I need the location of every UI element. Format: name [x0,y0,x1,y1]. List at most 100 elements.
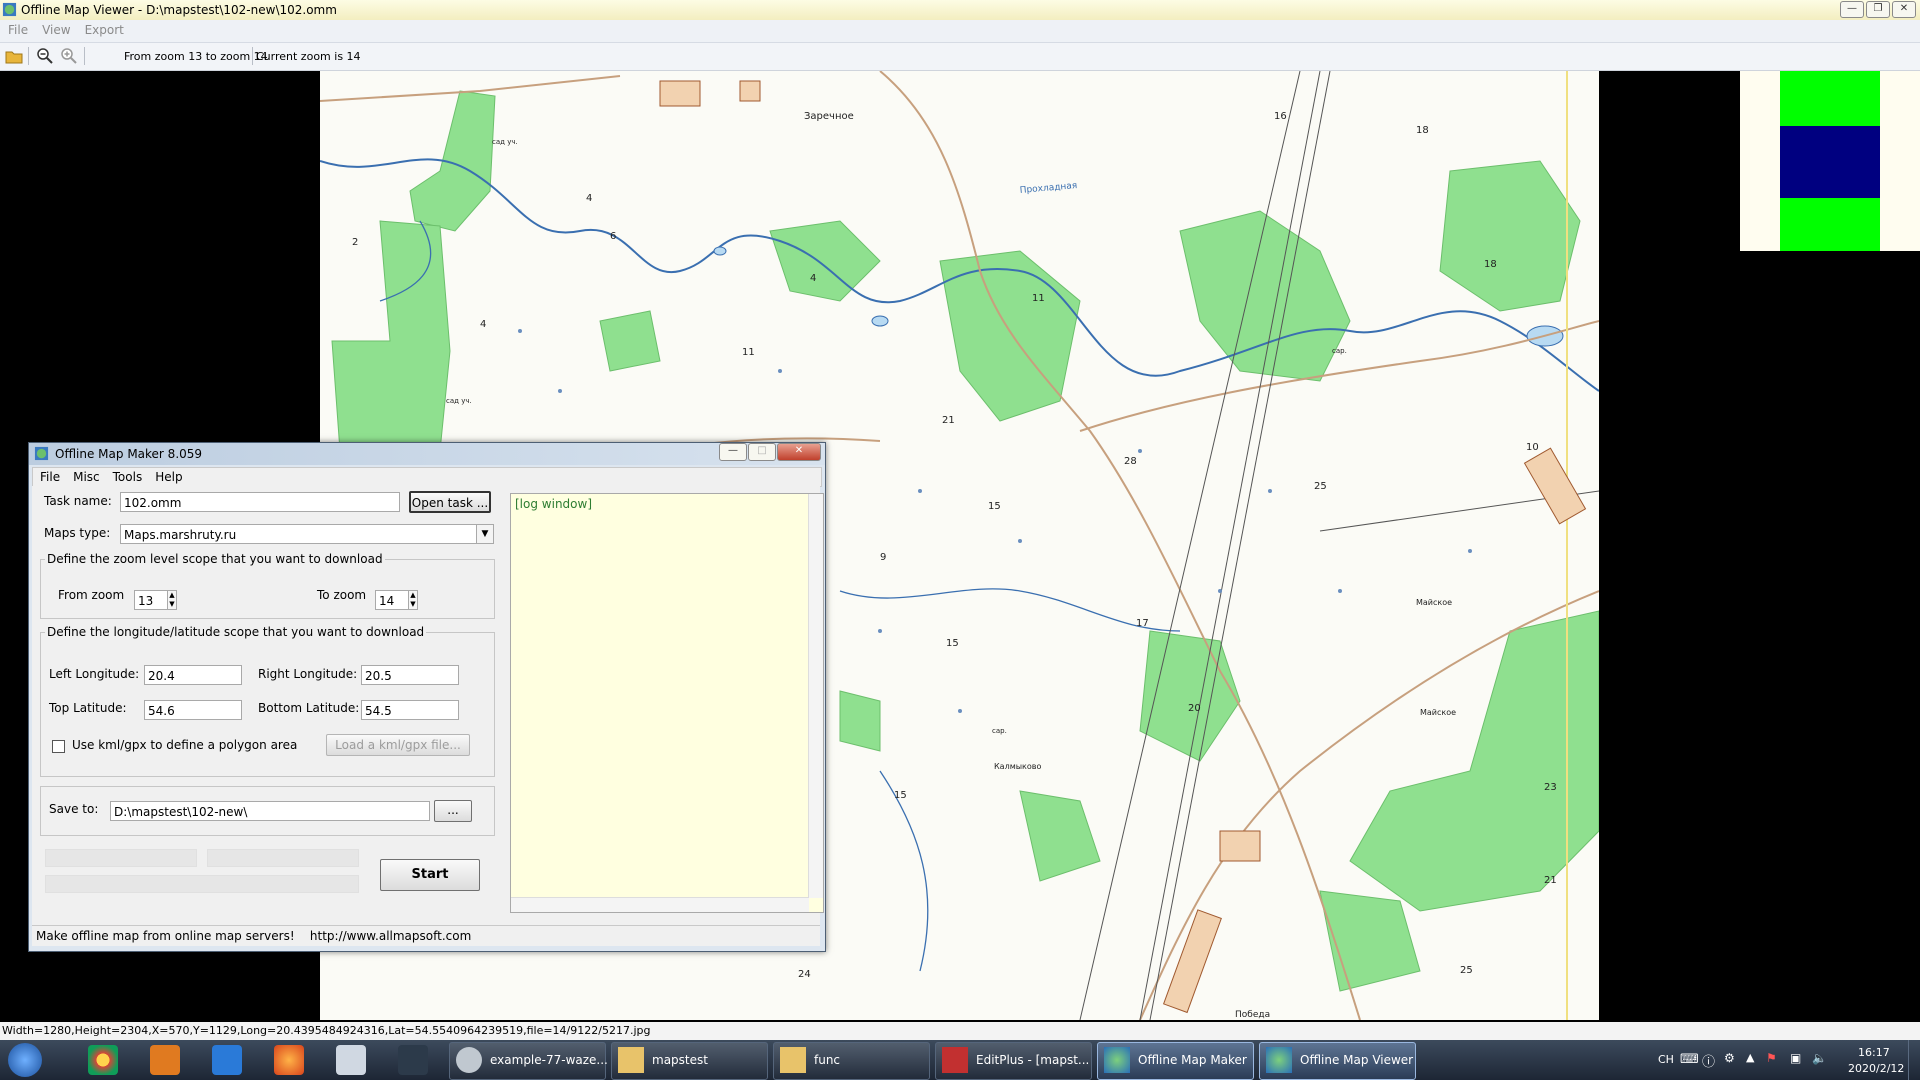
current-zoom-text: Current zoom is 14 [256,50,361,63]
maker-titlebar: Offline Map Maker 8.059 — □ ✕ [29,443,825,465]
folder-icon [618,1047,644,1073]
globe-icon [1104,1047,1130,1073]
log-horizontal-scrollbar[interactable] [511,897,809,912]
viewer-statusbar: Width=1280,Height=2304,X=570,Y=1129,Long… [0,1022,1920,1040]
to-zoom-field[interactable]: 14 [375,590,409,610]
clock-date[interactable]: 2020/2/12 [1848,1062,1904,1075]
task-name-field[interactable]: 102.omm [120,492,400,512]
map-number: 18 [1484,259,1497,270]
taskbar-item-waze[interactable]: example-77-waze... [449,1042,608,1080]
maker-window: Offline Map Maker 8.059 — □ ✕ File Misc To… [28,442,826,952]
maker-menu-file[interactable]: File [33,468,66,484]
from-zoom-field[interactable]: 13 [134,590,168,610]
settings-icon[interactable]: ⚙ [1724,1051,1735,1065]
show-desktop-button[interactable] [1908,1040,1920,1080]
log-text: [log window] [515,497,592,511]
help-icon[interactable]: ⓘ [1702,1051,1715,1070]
map-number: 2 [352,237,358,248]
taskbar-item-func[interactable]: func [773,1042,930,1080]
zoom-range-text: From zoom 13 to zoom 14 [124,50,268,63]
nox-icon[interactable] [398,1045,428,1075]
internet-explorer-icon[interactable] [212,1045,242,1075]
clock-time[interactable]: 16:17 [1858,1046,1890,1059]
firefox-icon[interactable] [274,1045,304,1075]
from-zoom-stepper[interactable]: ▲ ▼ [167,590,177,610]
map-number: 28 [1124,456,1137,467]
top-latitude-field[interactable]: 54.6 [144,700,242,720]
show-hidden-icons-icon[interactable]: ▲ [1746,1051,1754,1064]
maker-menu-misc[interactable]: Misc [66,468,106,484]
menu-file[interactable]: File [0,20,34,37]
map-number: 17 [1136,618,1149,629]
label-zarechnoe: Заречное [804,111,854,122]
label-kalmykovo: Калмыково [994,762,1041,771]
load-kml-button[interactable]: Load a kml/gpx file... [326,734,470,756]
log-vertical-scrollbar[interactable] [808,494,823,898]
maker-maximize-button[interactable]: □ [748,443,776,461]
zoom-scope-title: Define the zoom level scope that you wan… [45,552,385,566]
viewer-titlebar: Offline Map Viewer - D:\mapstest\102-new… [0,0,1920,20]
log-window[interactable]: [log window] [510,493,824,913]
kml-checkbox[interactable] [52,740,65,753]
windows-taskbar: example-77-waze... mapstest func EditPlu… [0,1040,1920,1080]
start-button-icon[interactable] [8,1043,42,1077]
restore-button[interactable]: ❐ [1866,1,1890,18]
open-folder-icon[interactable] [5,47,23,65]
taskbar-item-map-viewer[interactable]: Offline Map Viewer [1259,1042,1416,1080]
taskbar-item-map-maker[interactable]: Offline Map Maker [1097,1042,1254,1080]
volume-icon[interactable]: 🔈 [1812,1051,1827,1065]
map-number: 10 [1526,442,1539,453]
maker-menu-help[interactable]: Help [148,468,188,484]
zoom-out-icon[interactable] [36,47,54,65]
viewer-title: Offline Map Viewer - D:\mapstest\102-new… [21,3,337,17]
start-button[interactable]: Start [380,859,480,891]
open-task-button[interactable]: Open task ... [409,491,491,513]
progress-bar-1 [45,849,197,867]
taskbar-item-editplus[interactable]: EditPlus - [mapst... [935,1042,1092,1080]
minimize-button[interactable]: — [1840,1,1864,18]
app-globe-icon [34,446,49,461]
left-longitude-field[interactable]: 20.4 [144,665,242,685]
minimap[interactable] [1740,71,1920,251]
progress-bar-3 [45,875,359,893]
bottom-latitude-field[interactable]: 54.5 [361,700,459,720]
task-name-label: Task name: [44,494,112,508]
from-zoom-label: From zoom [58,588,125,602]
label-maiskoe-1: Майское [1416,598,1452,607]
label-sad-uch-2: сад уч. [446,397,472,405]
right-longitude-field[interactable]: 20.5 [361,665,459,685]
map-number: 11 [1032,293,1045,304]
maker-minimize-button[interactable]: — [719,443,747,461]
maker-menubar: File Misc Tools Help [32,467,822,487]
taskbar-item-label: mapstest [652,1053,708,1067]
calculator-icon[interactable] [336,1045,366,1075]
to-zoom-stepper[interactable]: ▲ ▼ [408,590,418,610]
progress-bar-2 [207,849,359,867]
maker-panel: Task name: 102.omm Open task ... Maps ty… [32,486,824,946]
label-sar-2: сар. [992,727,1007,735]
chrome-icon[interactable] [88,1045,118,1075]
maker-close-button[interactable]: ✕ [777,443,821,461]
menu-view[interactable]: View [34,20,76,37]
media-player-icon[interactable] [150,1045,180,1075]
taskbar-item-mapstest[interactable]: mapstest [611,1042,768,1080]
close-button[interactable]: ✕ [1892,1,1916,18]
chevron-down-icon[interactable]: ▼ [476,525,493,543]
label-pobeda: Победа [1235,1010,1270,1020]
language-indicator[interactable]: CH [1658,1053,1674,1066]
flag-icon[interactable]: ⚑ [1766,1051,1777,1065]
maps-type-label: Maps type: [44,526,111,540]
map-number: 9 [880,552,886,563]
save-path-field[interactable]: D:\mapstest\102-new\ [110,801,430,821]
maps-type-select[interactable]: Maps.marshruty.ru ▼ [120,524,494,544]
minimap-band-top [1780,71,1880,126]
map-number: 21 [1544,875,1557,886]
maps-type-value: Maps.marshruty.ru [124,528,237,542]
keyboard-icon[interactable]: ⌨ [1680,1052,1699,1067]
network-icon[interactable]: ▣ [1790,1051,1801,1065]
maker-menu-tools[interactable]: Tools [106,468,149,484]
map-number: 24 [798,969,811,980]
zoom-in-icon[interactable] [60,47,78,65]
browse-button[interactable]: ... [434,800,472,822]
menu-export[interactable]: Export [77,20,130,37]
